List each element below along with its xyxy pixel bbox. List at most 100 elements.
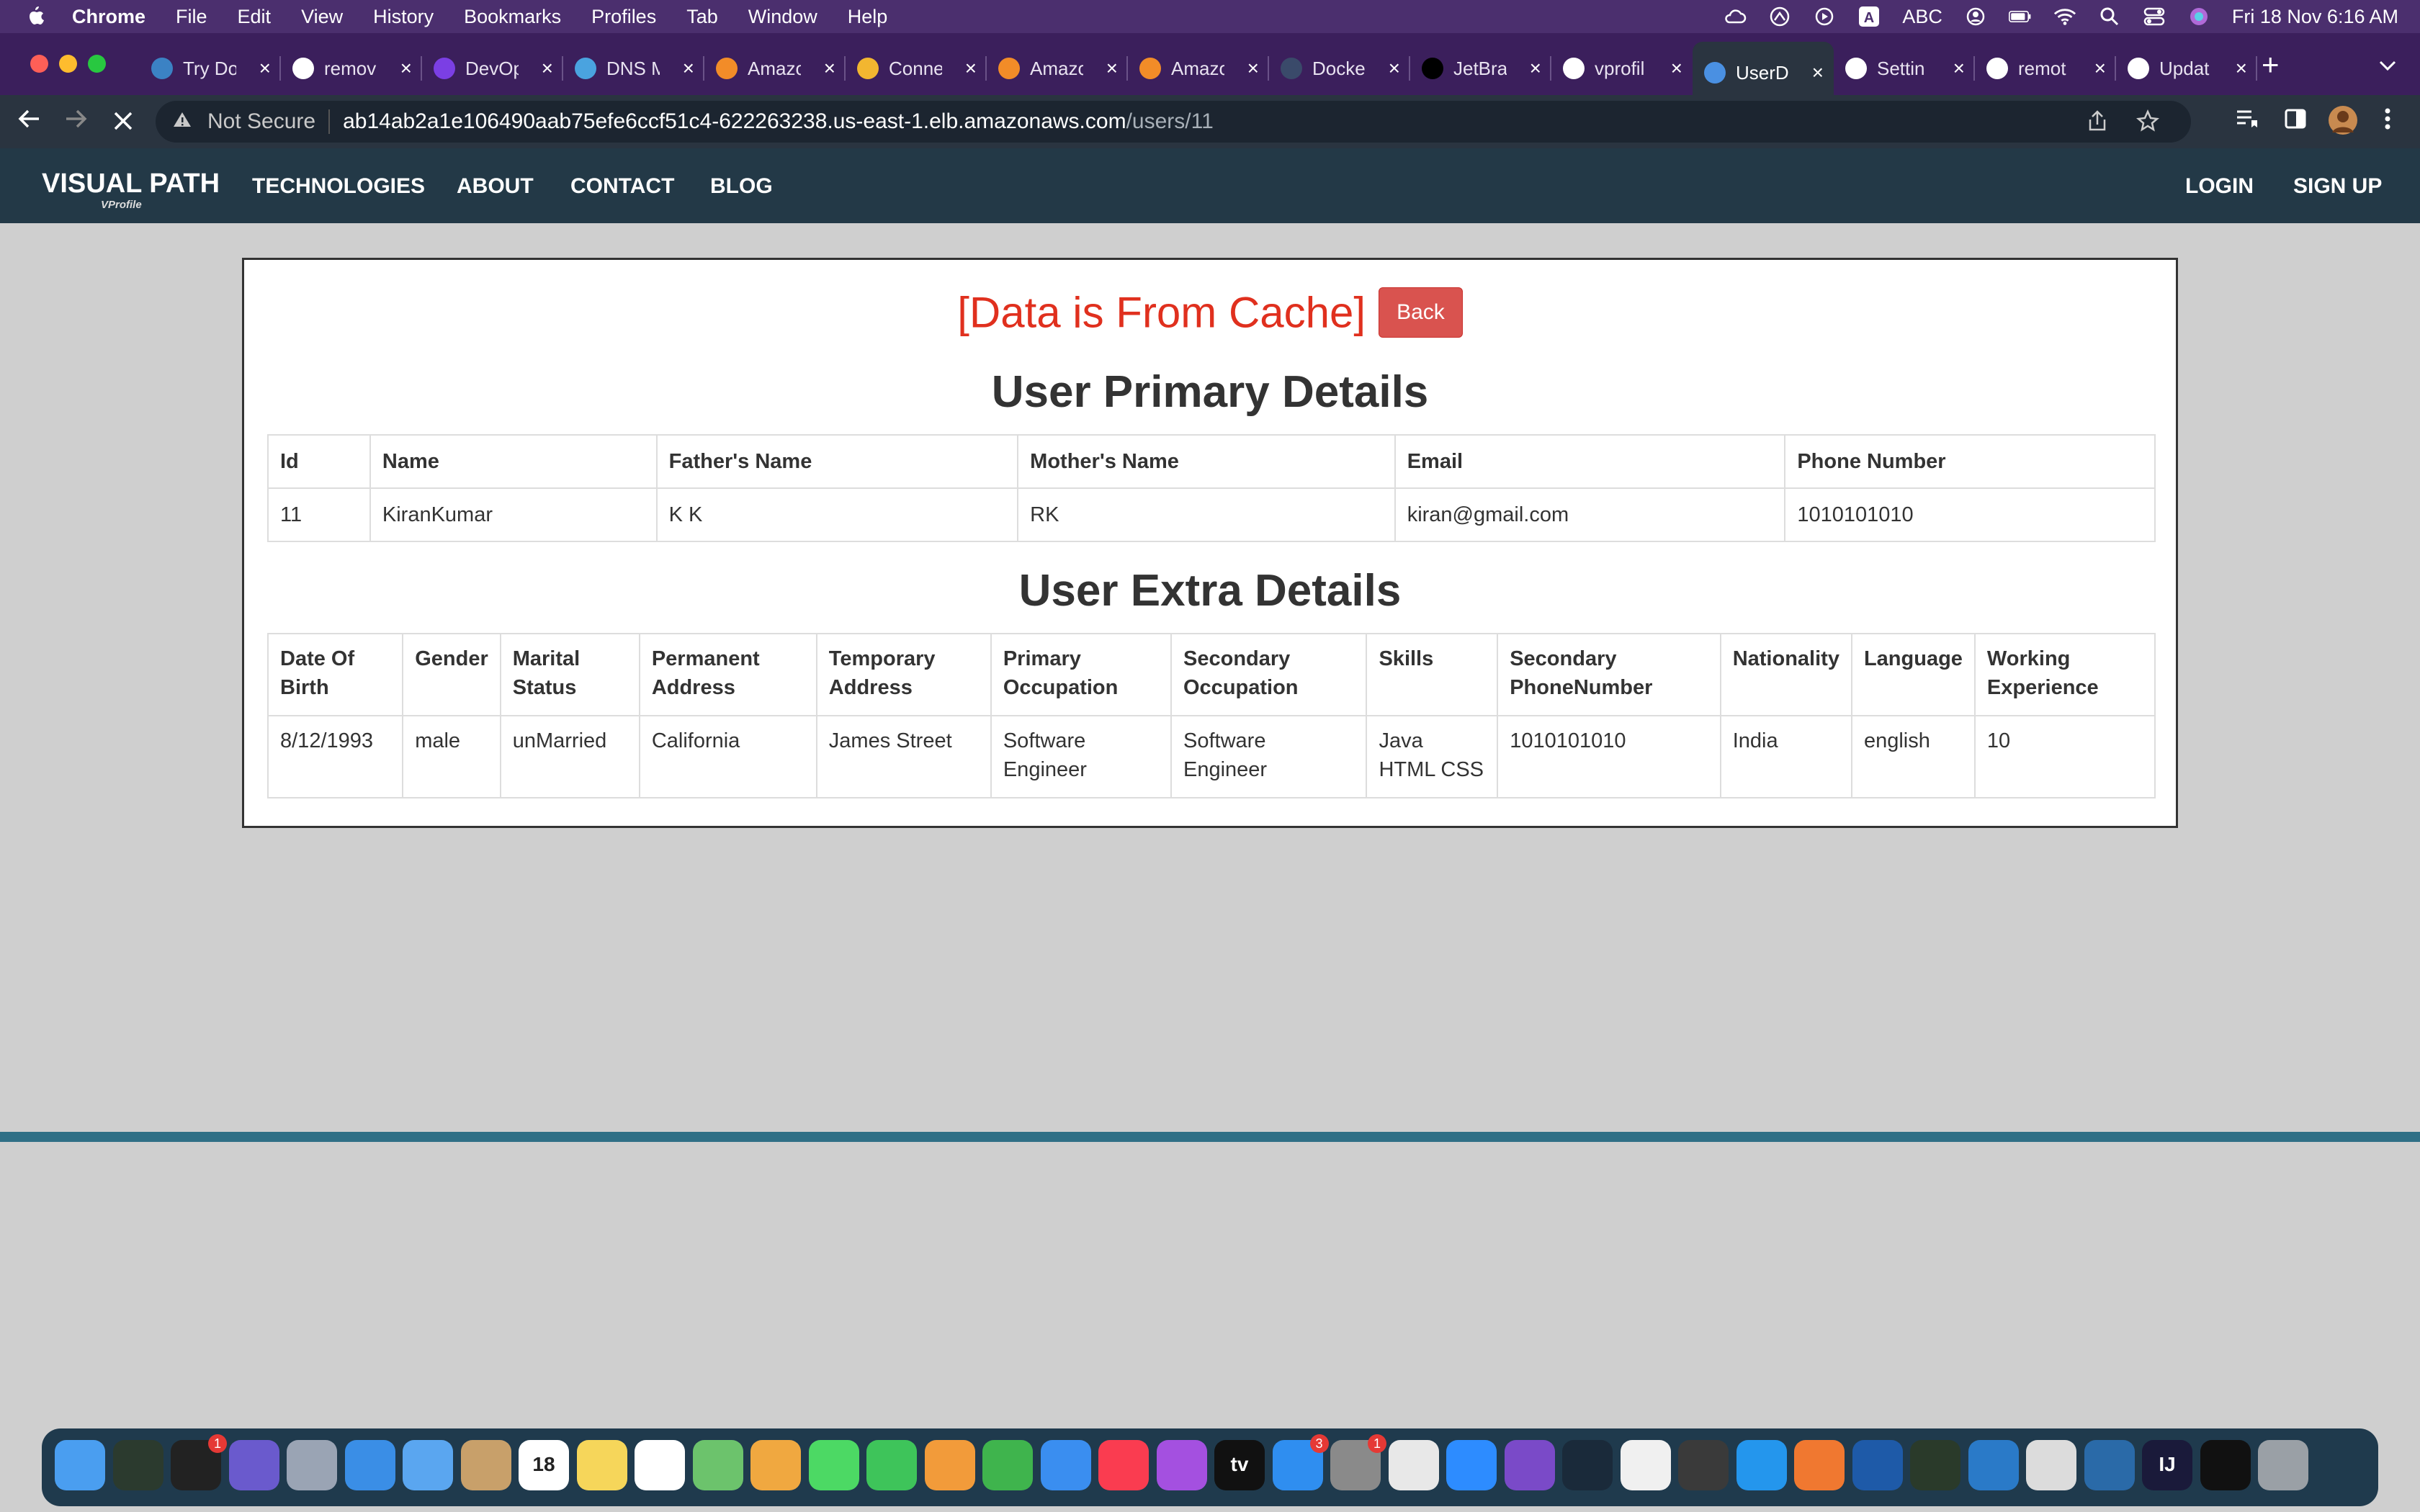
browser-tab[interactable]: remov × — [281, 42, 422, 95]
nav-sign-up[interactable]: SIGN UP — [2293, 174, 2382, 199]
xcode-tool-icon[interactable] — [2084, 1440, 2135, 1490]
tab-close-icon[interactable]: × — [400, 57, 412, 80]
browser-tab[interactable]: Updat × — [2116, 42, 2257, 95]
browser-tab[interactable]: vprofil × — [1551, 42, 1693, 95]
browser-tab[interactable]: Conne × — [846, 42, 987, 95]
vpn-icon[interactable] — [1768, 6, 1791, 27]
window-close-button[interactable] — [30, 55, 48, 73]
menu-history[interactable]: History — [373, 6, 434, 28]
search-icon[interactable] — [2098, 6, 2121, 27]
tab-close-icon[interactable]: × — [1671, 57, 1682, 80]
pages-icon[interactable] — [924, 1440, 975, 1490]
battery-icon[interactable] — [2008, 6, 2032, 27]
new-tab-icon[interactable]: + — [2262, 48, 2280, 82]
apple-icon[interactable] — [26, 5, 46, 28]
vscode-icon[interactable] — [1968, 1440, 2019, 1490]
menu-app-name[interactable]: Chrome — [72, 6, 145, 28]
tab-close-icon[interactable]: × — [1953, 57, 1965, 80]
tab-close-icon[interactable]: × — [542, 57, 553, 80]
tab-close-icon[interactable]: × — [683, 57, 694, 80]
input-source-label[interactable]: ABC — [1902, 6, 1942, 28]
tab-close-icon[interactable]: × — [1530, 57, 1541, 80]
menu-view[interactable]: View — [301, 6, 343, 28]
control-center-icon[interactable] — [2143, 6, 2166, 27]
nav-about[interactable]: ABOUT — [457, 174, 534, 199]
address-bar[interactable]: Not Secure ab14ab2a1e106490aab75efe6ccf5… — [156, 101, 2191, 143]
github-desktop-icon[interactable] — [1504, 1440, 1555, 1490]
nav-contact[interactable]: CONTACT — [570, 174, 674, 199]
tab-close-icon[interactable]: × — [2094, 57, 2106, 80]
zoom-icon[interactable] — [1446, 1440, 1497, 1490]
browser-tab[interactable]: Amazo × — [1128, 42, 1269, 95]
siri-icon[interactable] — [2187, 6, 2210, 27]
menu-window[interactable]: Window — [748, 6, 817, 28]
screen-tool-icon[interactable] — [1620, 1440, 1671, 1490]
postman-icon[interactable] — [1678, 1440, 1729, 1490]
tab-close-icon[interactable]: × — [1247, 57, 1259, 80]
intellij-icon[interactable]: IJ — [2142, 1440, 2192, 1490]
menubar-datetime[interactable]: Fri 18 Nov 6:16 AM — [2232, 6, 2398, 28]
window-minimize-button[interactable] — [59, 55, 77, 73]
safari-icon[interactable] — [344, 1440, 395, 1490]
browser-tab[interactable]: DevOp × — [422, 42, 563, 95]
terminal-icon[interactable]: 1 — [171, 1434, 227, 1490]
launchpad-icon[interactable] — [287, 1440, 337, 1490]
browser-tab[interactable]: DNS M × — [563, 42, 704, 95]
play-icon[interactable] — [1813, 6, 1836, 27]
pen-tool-icon[interactable] — [1794, 1440, 1845, 1490]
security-label[interactable]: Not Secure — [207, 109, 315, 134]
trash-icon[interactable] — [2258, 1440, 2308, 1490]
keynote-icon[interactable] — [1040, 1440, 1091, 1490]
back-arrow-icon[interactable] — [17, 107, 42, 138]
progress-icon[interactable] — [1910, 1440, 1960, 1490]
podcasts-icon[interactable] — [1156, 1440, 1207, 1490]
finder-icon[interactable] — [55, 1440, 105, 1490]
messages-icon[interactable] — [808, 1440, 859, 1490]
tab-search-chevron-icon[interactable] — [2378, 53, 2397, 78]
docker-icon[interactable] — [1736, 1440, 1787, 1490]
brand-logo[interactable]: VISUAL PATH — [42, 168, 220, 199]
nav-technologies[interactable]: TECHNOLOGIES — [252, 174, 425, 199]
calendar-icon[interactable]: 18 — [519, 1440, 569, 1490]
tab-close-icon[interactable]: × — [1389, 57, 1400, 80]
wifi-icon[interactable] — [2053, 6, 2076, 27]
chrome-icon[interactable] — [1388, 1440, 1439, 1490]
tab-close-icon[interactable]: × — [1812, 61, 1824, 84]
window-zoom-button[interactable] — [88, 55, 106, 73]
profile-avatar[interactable] — [2328, 105, 2358, 141]
tab-close-icon[interactable]: × — [1106, 57, 1118, 80]
cloud-sync-icon[interactable] — [1724, 6, 1747, 27]
back-button[interactable]: Back — [1379, 287, 1463, 338]
contacts-icon[interactable] — [460, 1440, 511, 1490]
tab-close-icon[interactable]: × — [259, 57, 271, 80]
stop-loading-icon[interactable] — [112, 108, 134, 138]
input-source-icon[interactable]: A — [1857, 6, 1881, 27]
menu-edit[interactable]: Edit — [238, 6, 272, 28]
screen-icon[interactable] — [2200, 1440, 2251, 1490]
nav-login[interactable]: LOGIN — [2185, 174, 2254, 199]
forward-arrow-icon[interactable] — [63, 107, 88, 138]
photos-icon[interactable] — [750, 1440, 801, 1490]
menu-file[interactable]: File — [176, 6, 207, 28]
activity-monitor-icon[interactable] — [112, 1440, 163, 1490]
bookmark-star-icon[interactable] — [2136, 109, 2159, 138]
menu-profiles[interactable]: Profiles — [591, 6, 656, 28]
chrome-menu-icon[interactable] — [2384, 108, 2391, 135]
reminders-icon[interactable] — [635, 1440, 685, 1490]
notes-icon[interactable] — [576, 1440, 627, 1490]
siri-icon[interactable] — [228, 1440, 279, 1490]
music-icon[interactable] — [1098, 1440, 1149, 1490]
browser-tab[interactable]: Amazo × — [987, 42, 1128, 95]
browser-tab[interactable]: JetBra × — [1410, 42, 1551, 95]
browser-tab[interactable]: Docke × — [1269, 42, 1410, 95]
numbers-icon[interactable] — [982, 1440, 1033, 1490]
warning-icon[interactable] — [173, 110, 192, 133]
browser-tab[interactable]: remot × — [1975, 42, 2116, 95]
side-panel-icon[interactable] — [2285, 108, 2306, 135]
reading-list-icon[interactable] — [2236, 108, 2259, 135]
menu-tab[interactable]: Tab — [686, 6, 718, 28]
nav-blog[interactable]: BLOG — [710, 174, 773, 199]
menu-bookmarks[interactable]: Bookmarks — [464, 6, 561, 28]
tab-close-icon[interactable]: × — [2236, 57, 2247, 80]
system-preferences-icon[interactable]: 1 — [1330, 1434, 1386, 1490]
